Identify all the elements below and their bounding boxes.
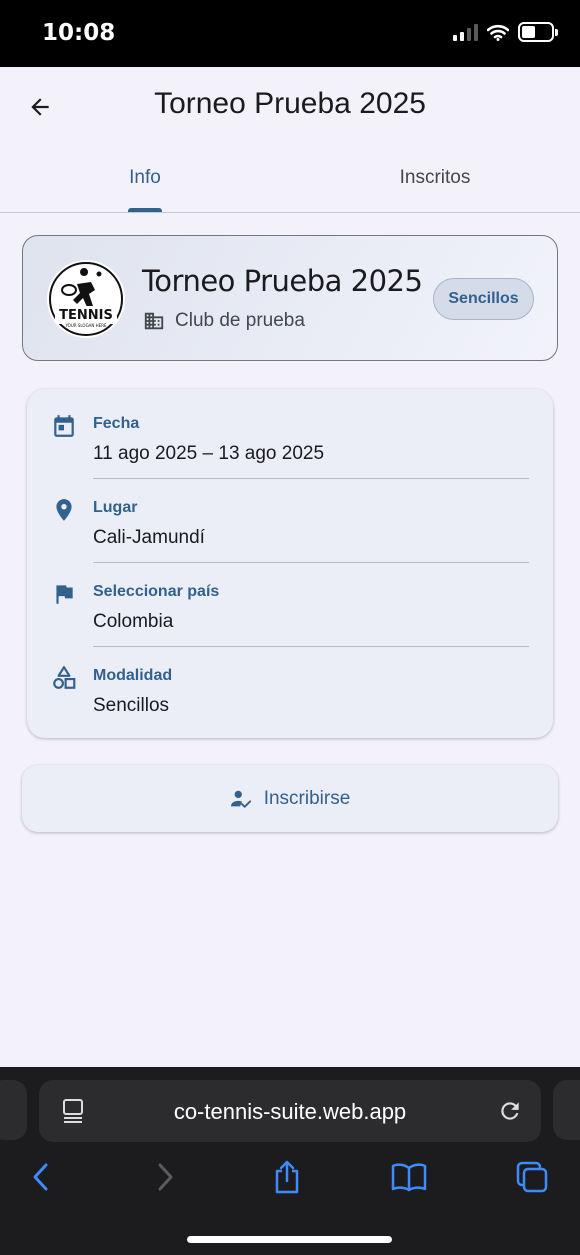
bookmarks-button[interactable] (389, 1157, 429, 1197)
detail-value: 11 ago 2025 – 13 ago 2025 (93, 443, 325, 464)
tab-bar: Info Inscritos (0, 147, 580, 213)
detail-row-date: Fecha 11 ago 2025 – 13 ago 2025 (27, 393, 553, 477)
detail-value: Colombia (93, 611, 174, 632)
status-bar: 10:08 (0, 0, 580, 67)
detail-row-place: Lugar Cali-Jamundí (27, 477, 553, 561)
tournament-logo: TENNIS YOUR SLOGAN HERE (47, 260, 125, 338)
detail-row-country: Seleccionar país Colombia (27, 561, 553, 645)
detail-label: Seleccionar país (93, 583, 220, 600)
share-button[interactable] (267, 1157, 307, 1197)
tournament-header-card: TENNIS YOUR SLOGAN HERE Torneo Prueba 20… (22, 235, 558, 361)
person-check-icon (230, 790, 251, 808)
browser-forward-button[interactable] (146, 1157, 186, 1197)
browser-chrome: co-tennis-suite.web.app (0, 1067, 580, 1255)
tabs-button[interactable] (512, 1157, 552, 1197)
club-row: Club de prueba (143, 310, 305, 332)
address-bar[interactable]: co-tennis-suite.web.app (39, 1080, 541, 1142)
detail-label: Fecha (93, 415, 140, 432)
detail-value: Cali-Jamundí (93, 527, 205, 548)
building-icon (144, 312, 164, 330)
previous-tab-preview[interactable] (0, 1080, 27, 1140)
app-bar: Torneo Prueba 2025 (0, 67, 580, 147)
svg-text:TENNIS: TENNIS (59, 308, 113, 323)
cellular-signal-icon (453, 23, 478, 41)
calendar-icon (54, 415, 74, 437)
location-pin-icon (56, 499, 72, 521)
enroll-button[interactable]: Inscribirse (22, 765, 558, 832)
details-card: Fecha 11 ago 2025 – 13 ago 2025 Lugar Ca… (27, 389, 553, 738)
tab-indicator (128, 208, 162, 212)
shapes-icon (53, 666, 76, 689)
svg-text:YOUR SLOGAN HERE: YOUR SLOGAN HERE (64, 323, 107, 328)
tabs-icon (516, 1161, 548, 1193)
wifi-icon (487, 24, 509, 41)
modality-chip: Sencillos (433, 278, 534, 320)
club-name: Club de prueba (175, 310, 305, 331)
page-title: Torneo Prueba 2025 (154, 87, 426, 120)
browser-back-button[interactable] (20, 1157, 60, 1197)
status-icons (453, 22, 558, 42)
tab-info[interactable]: Info (0, 147, 290, 212)
chevron-right-icon (158, 1163, 173, 1191)
book-icon (391, 1163, 427, 1192)
enroll-button-label: Inscribirse (263, 787, 351, 809)
detail-label: Lugar (93, 499, 138, 516)
tab-inscritos[interactable]: Inscritos (290, 147, 580, 212)
share-icon (275, 1160, 299, 1194)
reload-icon[interactable] (497, 1097, 523, 1125)
battery-icon (518, 22, 558, 42)
detail-row-modality: Modalidad Sencillos (27, 645, 553, 729)
tournament-name: Torneo Prueba 2025 (142, 264, 423, 298)
next-tab-preview[interactable] (553, 1080, 580, 1140)
chevron-left-icon (33, 1163, 48, 1191)
detail-label: Modalidad (93, 667, 173, 684)
status-time: 10:08 (42, 20, 116, 46)
url-text: co-tennis-suite.web.app (173, 1099, 407, 1124)
home-indicator (187, 1236, 392, 1243)
flag-icon (56, 585, 73, 604)
detail-value: Sencillos (93, 695, 170, 716)
